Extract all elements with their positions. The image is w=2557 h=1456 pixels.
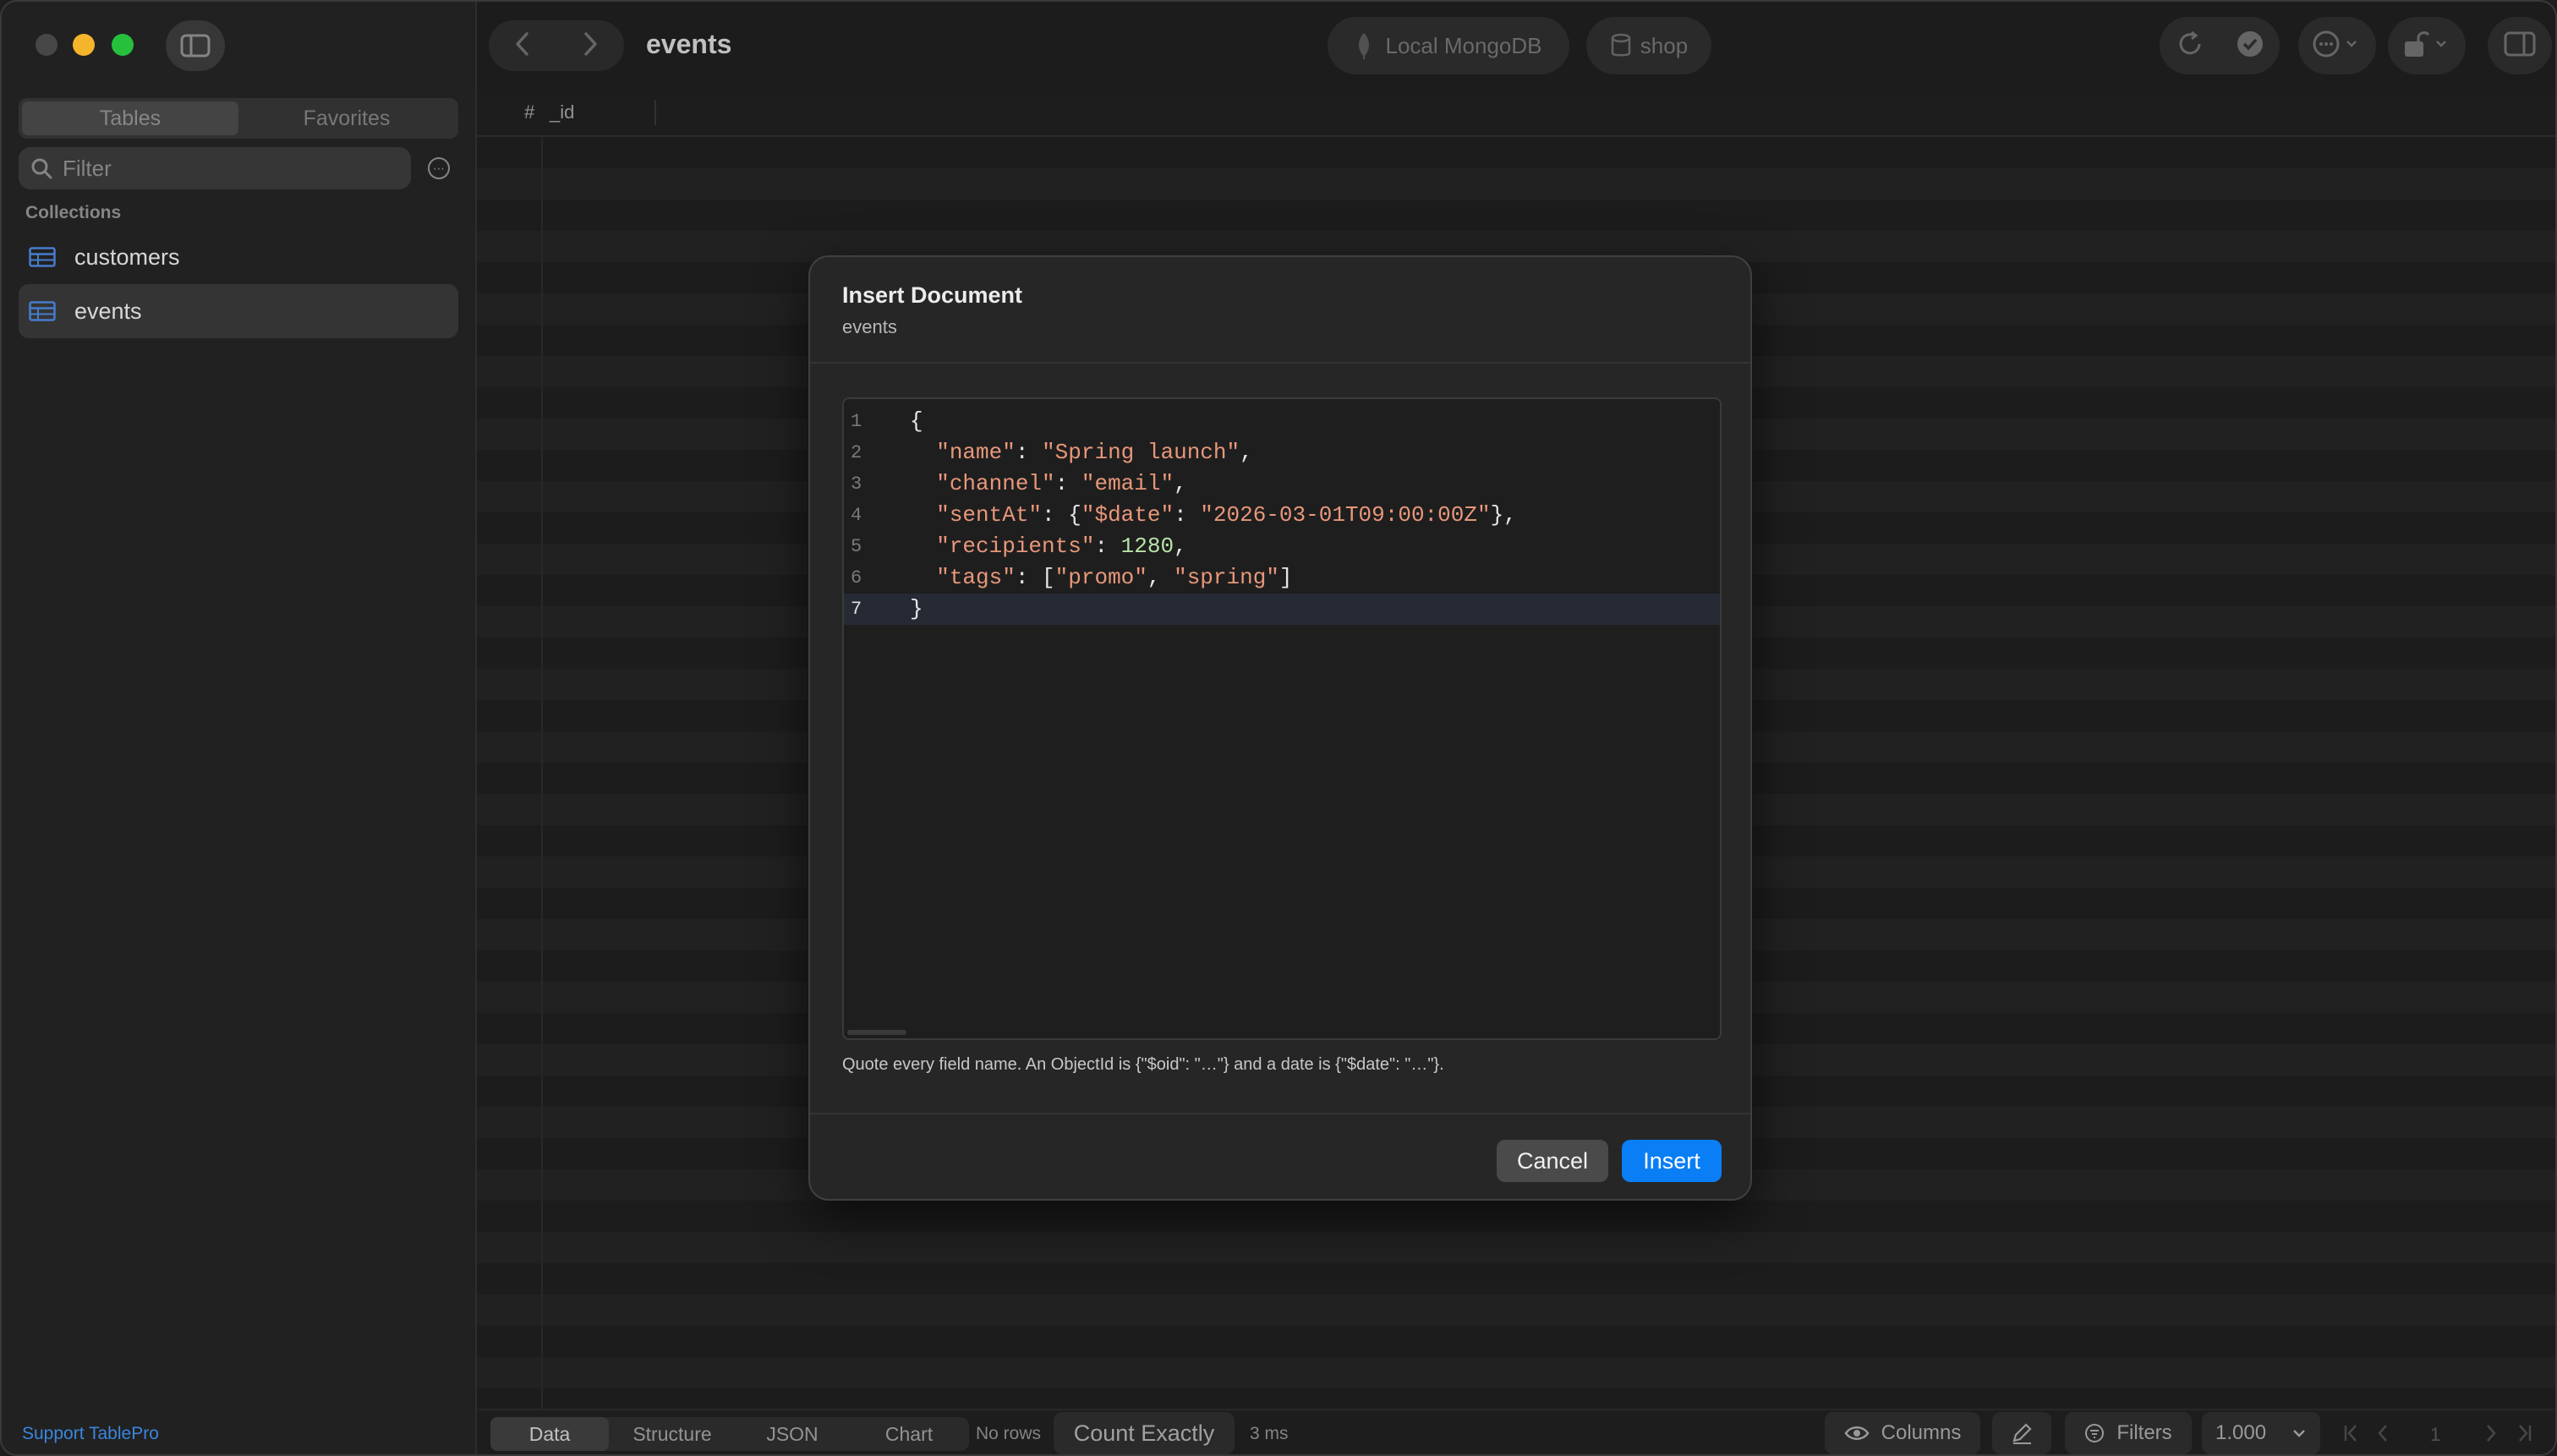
code-line[interactable]: 5 "recipients": 1280, xyxy=(844,531,1720,562)
line-number: 3 xyxy=(851,473,862,495)
insert-document-dialog: Insert Document events 1{2 "name": "Spri… xyxy=(808,255,1752,1201)
line-number: 1 xyxy=(851,411,862,432)
code-line[interactable]: 6 "tags": ["promo", "spring"] xyxy=(844,562,1720,594)
code-line[interactable]: 1{ xyxy=(844,406,1720,437)
insert-button[interactable]: Insert xyxy=(1622,1140,1722,1182)
code-text: } xyxy=(910,596,923,621)
line-number: 4 xyxy=(851,505,862,526)
code-line[interactable]: 4 "sentAt": {"$date": "2026-03-01T09:00:… xyxy=(844,500,1720,531)
line-number: 6 xyxy=(851,567,862,588)
line-number: 7 xyxy=(851,599,862,620)
cancel-button[interactable]: Cancel xyxy=(1497,1140,1608,1182)
app-window: Tables Favorites ⋯ Collections customers… xyxy=(0,0,2557,1456)
code-text: "recipients": 1280, xyxy=(936,534,1187,559)
dialog-divider xyxy=(810,1113,1750,1114)
code-line[interactable]: 7} xyxy=(844,594,1720,625)
code-line[interactable]: 2 "name": "Spring launch", xyxy=(844,437,1720,468)
code-text: "tags": ["promo", "spring"] xyxy=(936,565,1293,590)
dialog-hint: Quote every field name. An ObjectId is {… xyxy=(842,1055,1444,1074)
dialog-title: Insert Document xyxy=(842,282,1023,308)
dialog-subtitle: events xyxy=(842,316,897,337)
code-text: { xyxy=(910,408,923,434)
line-number: 2 xyxy=(851,442,862,463)
code-line[interactable]: 3 "channel": "email", xyxy=(844,468,1720,500)
code-text: "channel": "email", xyxy=(936,471,1187,496)
line-number: 5 xyxy=(851,536,862,557)
code-text: "sentAt": {"$date": "2026-03-01T09:00:00… xyxy=(936,502,1517,528)
horizontal-scrollbar[interactable] xyxy=(847,1030,906,1035)
code-text: "name": "Spring launch", xyxy=(936,440,1253,465)
dialog-divider xyxy=(810,362,1750,364)
json-editor[interactable]: 1{2 "name": "Spring launch", 3 "channel":… xyxy=(842,397,1722,1040)
